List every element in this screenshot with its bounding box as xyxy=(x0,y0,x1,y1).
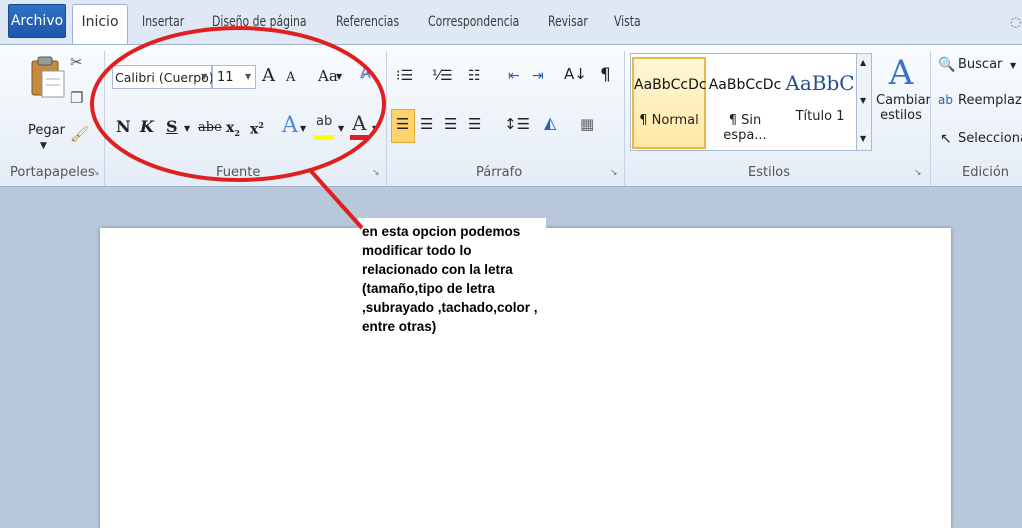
binoculars-icon: 🔍 xyxy=(938,57,956,73)
font-name-combo[interactable]: Calibri (Cuerpo) ▼ xyxy=(112,65,214,89)
change-case-icon[interactable]: Aa xyxy=(318,69,338,84)
paste-dropdown-icon[interactable]: ▼ xyxy=(40,141,47,151)
annotation-note: en esta opcion podemos modificar todo lo… xyxy=(358,218,546,358)
align-left-icon: ☰ xyxy=(396,115,410,133)
change-styles-button[interactable]: A Cambiar estilos xyxy=(876,53,931,153)
clipboard-launcher-icon[interactable]: ↘ xyxy=(92,169,100,178)
chevron-down-icon[interactable]: ▼ xyxy=(245,72,251,81)
chevron-down-icon[interactable]: ▼ xyxy=(336,73,342,81)
copy-icon[interactable]: ❐ xyxy=(70,91,83,106)
chevron-down-icon[interactable]: ▼ xyxy=(300,125,306,133)
italic-icon[interactable]: K xyxy=(140,119,154,135)
tab-diseno-pagina[interactable]: Diseño de página xyxy=(212,10,306,45)
increase-indent-icon[interactable]: ⇥ xyxy=(532,69,544,83)
change-styles-icon: A xyxy=(888,53,914,93)
help-icon[interactable]: ◌ xyxy=(1010,16,1021,29)
tab-inicio[interactable]: Inicio xyxy=(72,4,128,46)
more-icon: ▼ xyxy=(860,134,867,143)
subscript-icon[interactable]: x2 xyxy=(226,121,240,137)
ribbon: Pegar ▼ ✂ ❐ 🖌 Portapapeles ↘ Calibri (Cu… xyxy=(0,44,1022,187)
chevron-down-icon[interactable]: ▼ xyxy=(1010,61,1016,70)
replace-icon: ab xyxy=(938,93,953,107)
line-spacing-icon[interactable]: ↕☰ xyxy=(504,117,530,132)
format-painter-icon[interactable]: 🖌 xyxy=(70,127,89,142)
justify-icon[interactable]: ☰ xyxy=(468,117,481,132)
style-sin-espaciado[interactable]: AaBbCcDc ¶ Sin espa... xyxy=(708,57,782,149)
numbering-icon[interactable]: ⅟☰ xyxy=(432,69,453,83)
ribbon-tab-bar: Archivo Inicio Insertar Diseño de página… xyxy=(0,0,1022,46)
font-name-value: Calibri (Cuerpo) xyxy=(115,70,214,85)
styles-scroll[interactable]: ▲ ▼ ▼ xyxy=(856,53,872,151)
sort-icon[interactable]: A↓ xyxy=(564,67,587,82)
chevron-up-icon: ▲ xyxy=(860,58,867,67)
chevron-down-icon[interactable]: ▼ xyxy=(184,125,190,133)
borders-icon[interactable]: ▦ xyxy=(580,117,594,132)
tab-vista[interactable]: Vista xyxy=(614,10,641,45)
font-size-value: 11 xyxy=(217,70,234,85)
shading-icon[interactable]: ◭ xyxy=(544,115,556,131)
tab-revisar[interactable]: Revisar xyxy=(548,10,588,45)
bold-icon[interactable]: N xyxy=(116,119,131,135)
shrink-font-icon[interactable]: A xyxy=(286,71,295,84)
decrease-indent-icon[interactable]: ⇤ xyxy=(508,69,520,83)
tab-insertar[interactable]: Insertar xyxy=(142,10,184,45)
group-label-fuente: Fuente xyxy=(216,165,261,180)
text-effects-icon[interactable]: A xyxy=(282,115,298,137)
align-right-icon[interactable]: ☰ xyxy=(444,117,457,132)
show-formatting-icon[interactable]: ¶ xyxy=(600,67,611,84)
chevron-down-icon[interactable]: ▼ xyxy=(338,125,344,133)
style-normal[interactable]: AaBbCcDc ¶ Normal xyxy=(632,57,707,149)
font-size-combo[interactable]: 11 ▼ xyxy=(212,65,256,89)
replace-button[interactable]: ab Reemplazar xyxy=(938,93,1022,113)
chevron-down-icon[interactable]: ▼ xyxy=(201,72,207,81)
tab-referencias[interactable]: Referencias xyxy=(336,10,399,45)
chevron-down-icon[interactable]: ▼ xyxy=(372,125,378,133)
paste-label: Pegar xyxy=(28,123,65,138)
group-label-edicion: Edición xyxy=(962,165,1010,180)
group-label-estilos: Estilos xyxy=(748,165,791,180)
group-label-portapapeles: Portapapeles xyxy=(10,165,95,180)
clipboard-icon xyxy=(31,56,65,98)
paragraph-launcher-icon[interactable]: ↘ xyxy=(610,169,618,178)
highlight-color-icon[interactable]: ab xyxy=(314,115,334,141)
underline-icon[interactable]: S xyxy=(166,119,178,135)
paste-button[interactable]: Pegar ▼ xyxy=(24,53,68,153)
font-color-icon[interactable]: A xyxy=(350,113,370,141)
cut-icon[interactable]: ✂ xyxy=(70,55,83,70)
tab-archivo[interactable]: Archivo xyxy=(8,4,66,38)
clear-formatting-icon[interactable]: A̷ xyxy=(360,65,371,81)
font-launcher-icon[interactable]: ↘ xyxy=(372,169,380,178)
chevron-down-icon: ▼ xyxy=(860,96,867,105)
styles-launcher-icon[interactable]: ↘ xyxy=(914,169,922,178)
select-button[interactable]: ↖ Seleccionar xyxy=(938,131,1022,151)
bullets-icon[interactable]: ⁝☰ xyxy=(396,69,413,83)
style-titulo-1[interactable]: AaBbC Título 1 xyxy=(784,57,856,149)
grow-font-icon[interactable]: A xyxy=(262,67,275,85)
multilevel-list-icon[interactable]: ☷ xyxy=(468,69,481,83)
group-label-parrafo: Párrafo xyxy=(476,165,523,180)
tab-correspondencia[interactable]: Correspondencia xyxy=(428,10,519,45)
cursor-icon: ↖ xyxy=(940,131,952,147)
align-center-icon[interactable]: ☰ xyxy=(420,117,433,132)
strikethrough-icon[interactable]: abe xyxy=(198,121,222,134)
find-button[interactable]: 🔍 Buscar ▼ xyxy=(938,57,1022,77)
superscript-icon[interactable]: x2 xyxy=(250,121,264,137)
